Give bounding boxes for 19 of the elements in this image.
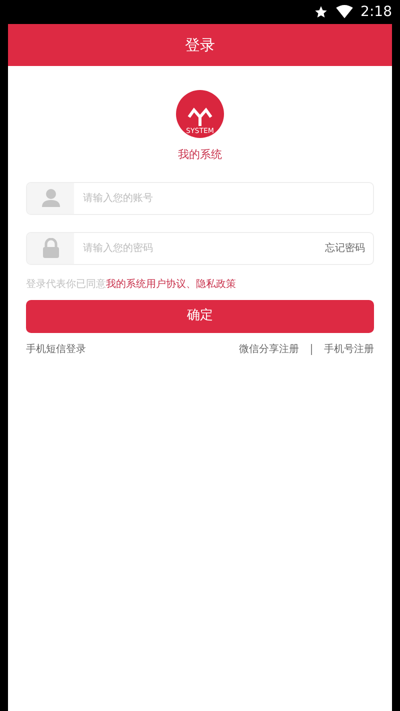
- wifi-icon: [336, 5, 353, 19]
- lock-icon: [42, 238, 60, 258]
- login-field[interactable]: 请输入您的密码 忘记密码: [26, 232, 374, 264]
- app-name: 我的系统: [178, 147, 222, 163]
- user-icon: [40, 188, 60, 208]
- header-title: 登录: [185, 34, 215, 56]
- star-icon: [314, 5, 328, 19]
- logo-mark-icon: [187, 107, 213, 127]
- agreement-link[interactable]: 我的系统用户协议、隐私政策: [106, 278, 236, 290]
- forgot-password-link[interactable]: 忘记密码: [325, 240, 373, 256]
- sms-login-link[interactable]: 手机短信登录: [26, 342, 86, 356]
- status-time: 2:18: [360, 2, 392, 22]
- input-field[interactable]: 请输入您的账号: [74, 182, 373, 214]
- input-field[interactable]: 请输入您的密码: [74, 232, 325, 264]
- register-link[interactable]: 微信分享注册: [239, 342, 299, 356]
- agreement-text: 登录代表你已同意我的系统用户协议、隐私政策: [25, 278, 237, 292]
- confirm-button[interactable]: 确定: [26, 300, 374, 332]
- login-field[interactable]: 请输入您的账号: [26, 182, 374, 214]
- register-link[interactable]: 手机号注册: [324, 342, 374, 356]
